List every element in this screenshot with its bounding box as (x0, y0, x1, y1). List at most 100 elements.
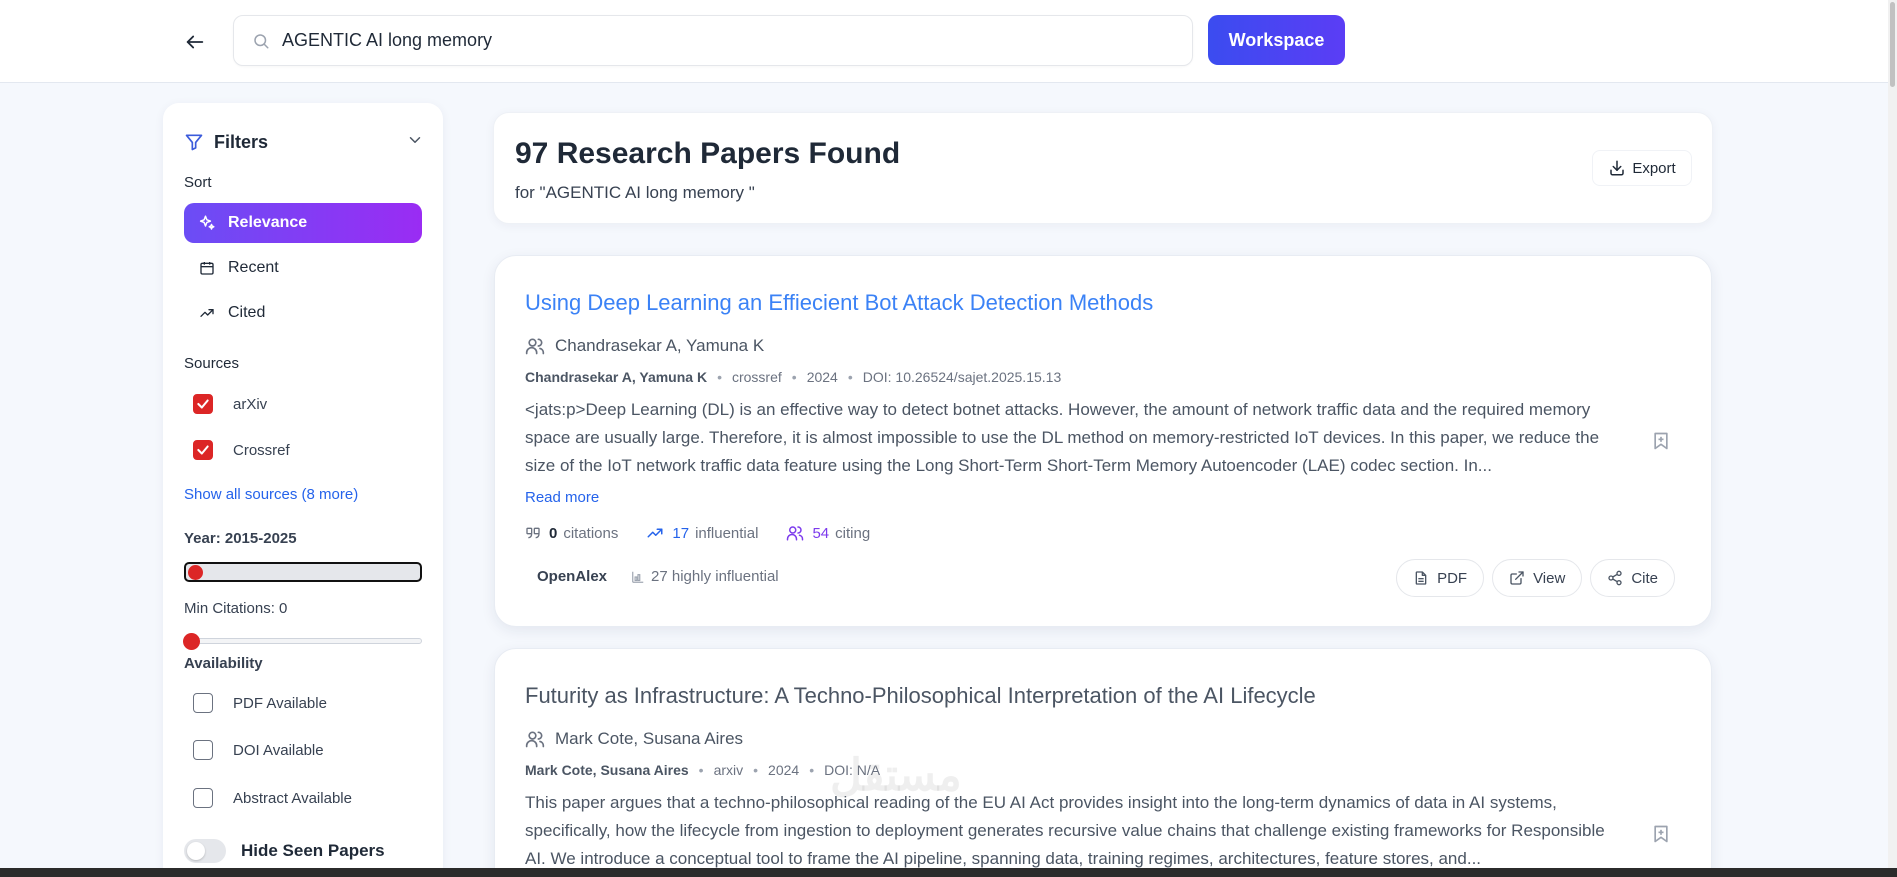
sort-option-label: Relevance (228, 214, 308, 231)
results-count-title: 97 Research Papers Found (515, 137, 901, 170)
paper-meta: Mark Cote, Susana Aires • arxiv • 2024 •… (525, 762, 880, 778)
hide-seen-toggle[interactable] (184, 839, 226, 863)
vertical-scrollbar[interactable] (1888, 0, 1897, 877)
slider-handle[interactable] (188, 565, 203, 580)
bottom-edge (0, 868, 1897, 877)
paper-authors: Mark Cote, Susana Aires (525, 729, 743, 749)
view-label: View (1533, 569, 1566, 587)
slider-handle[interactable] (183, 633, 200, 650)
paper-abstract: This paper argues that a techno-philosop… (525, 793, 1605, 868)
checkbox-checked-icon (193, 440, 213, 460)
sort-option-recent[interactable]: Recent (184, 248, 422, 288)
users-icon (525, 729, 545, 749)
meta-doi: DOI: N/A (824, 762, 881, 778)
pdf-button[interactable]: PDF (1396, 559, 1485, 597)
sparkles-icon (198, 214, 216, 232)
filter-funnel-icon (184, 132, 204, 152)
view-button[interactable]: View (1492, 559, 1583, 597)
search-input[interactable] (282, 30, 1162, 51)
paper-actions: PDF View Cite (1388, 559, 1675, 597)
search-box[interactable] (233, 15, 1193, 66)
cite-button[interactable]: Cite (1590, 559, 1675, 597)
doi-available-checkbox[interactable]: DOI Available (193, 740, 324, 760)
checkbox-empty-icon (193, 740, 213, 760)
abstract-available-checkbox[interactable]: Abstract Available (193, 788, 352, 808)
results-query-subtitle: for "AGENTIC AI long memory " (515, 183, 755, 202)
dot-separator: • (717, 369, 722, 385)
sort-option-label: Recent (228, 259, 279, 276)
top-bar: Workspace (0, 0, 1897, 83)
dot-separator: • (698, 762, 704, 778)
citations-count: 0 (549, 524, 558, 542)
read-more-link[interactable]: Read more (525, 489, 599, 506)
meta-year: 2024 (768, 762, 800, 778)
meta-source: crossref (731, 369, 782, 385)
meta-authors: Chandrasekar A, Yamuna K (525, 369, 708, 385)
meta-source: arxiv (713, 762, 744, 778)
citing-stat: 54 citing (786, 524, 870, 542)
filters-panel: Filters Sort Relevance Recent Cited Sour… (163, 103, 443, 877)
export-label: Export (1632, 159, 1676, 177)
meta-doi: DOI: 10.26524/sajet.2025.15.13 (862, 369, 1062, 385)
dot-separator: • (753, 762, 759, 778)
external-link-icon (1509, 570, 1525, 586)
users-icon (525, 336, 545, 356)
results-header: 97 Research Papers Found for "AGENTIC AI… (493, 112, 1713, 224)
users-icon (786, 524, 804, 542)
year-range-slider[interactable] (184, 562, 422, 582)
pdf-label: PDF (1437, 569, 1468, 587)
checkbox-checked-icon (193, 394, 213, 414)
influential-label: influential (695, 524, 759, 542)
meta-authors: Mark Cote, Susana Aires (525, 762, 689, 778)
paper-title[interactable]: Using Deep Learning an Effiecient Bot At… (525, 290, 1153, 316)
source-arxiv-checkbox[interactable]: arXiv (193, 394, 267, 414)
citing-count: 54 (812, 524, 830, 542)
influential-stat: 17 influential (646, 524, 758, 542)
chevron-down-icon[interactable] (406, 131, 424, 154)
bookmark-add-icon[interactable] (1651, 823, 1671, 845)
sort-option-cited[interactable]: Cited (184, 293, 422, 333)
back-arrow-icon[interactable] (180, 27, 210, 57)
paper-title[interactable]: Futurity as Infrastructure: A Techno-Phi… (525, 683, 1316, 709)
provider-badge: OpenAlex (525, 560, 620, 593)
paper-abstract: <jats:p>Deep Learning (DL) is an effecti… (525, 400, 1600, 475)
bar-chart-icon (631, 570, 645, 584)
dot-separator: • (791, 369, 797, 385)
highly-influential-text: 27 highly influential (651, 568, 779, 585)
dot-separator: • (809, 762, 815, 778)
min-citations-label: Min Citations: 0 (184, 600, 288, 617)
source-crossref-checkbox[interactable]: Crossref (193, 440, 290, 460)
paper-source-row: OpenAlex 27 highly influential (525, 560, 779, 593)
hide-seen-toggle-row[interactable]: Hide Seen Papers (184, 839, 385, 863)
search-icon (250, 30, 272, 52)
source-label: arXiv (233, 395, 268, 413)
paper-meta: Chandrasekar A, Yamuna K • crossref • 20… (525, 369, 1061, 385)
file-icon (1413, 570, 1429, 586)
paper-authors: Chandrasekar A, Yamuna K (525, 336, 764, 356)
filters-header[interactable]: Filters (184, 127, 424, 157)
influential-count: 17 (672, 524, 690, 542)
pdf-available-checkbox[interactable]: PDF Available (193, 693, 327, 713)
bookmark-add-icon[interactable] (1651, 430, 1671, 452)
share-icon (1607, 570, 1623, 586)
sort-option-relevance[interactable]: Relevance (184, 203, 422, 243)
filters-title: Filters (214, 131, 269, 152)
paper-authors-text: Chandrasekar A, Yamuna K (555, 336, 765, 355)
min-citations-slider[interactable] (183, 633, 422, 650)
calendar-icon (198, 259, 216, 277)
source-label: Crossref (233, 441, 290, 459)
quote-icon (525, 525, 541, 541)
scrollbar-thumb[interactable] (1890, 2, 1895, 87)
citations-label: citations (563, 524, 619, 542)
sources-label: Sources (184, 355, 240, 372)
paper-card: Futurity as Infrastructure: A Techno-Phi… (494, 648, 1712, 877)
export-button[interactable]: Export (1592, 150, 1692, 186)
checkbox-empty-icon (193, 788, 213, 808)
paper-authors-text: Mark Cote, Susana Aires (555, 729, 744, 748)
show-all-sources-link[interactable]: Show all sources (8 more) (184, 486, 358, 503)
workspace-button[interactable]: Workspace (1208, 15, 1345, 65)
meta-year: 2024 (806, 369, 838, 385)
hide-seen-label: Hide Seen Papers (241, 841, 385, 860)
citing-label: citing (835, 524, 871, 542)
year-range-label: Year: 2015-2025 (184, 530, 297, 547)
